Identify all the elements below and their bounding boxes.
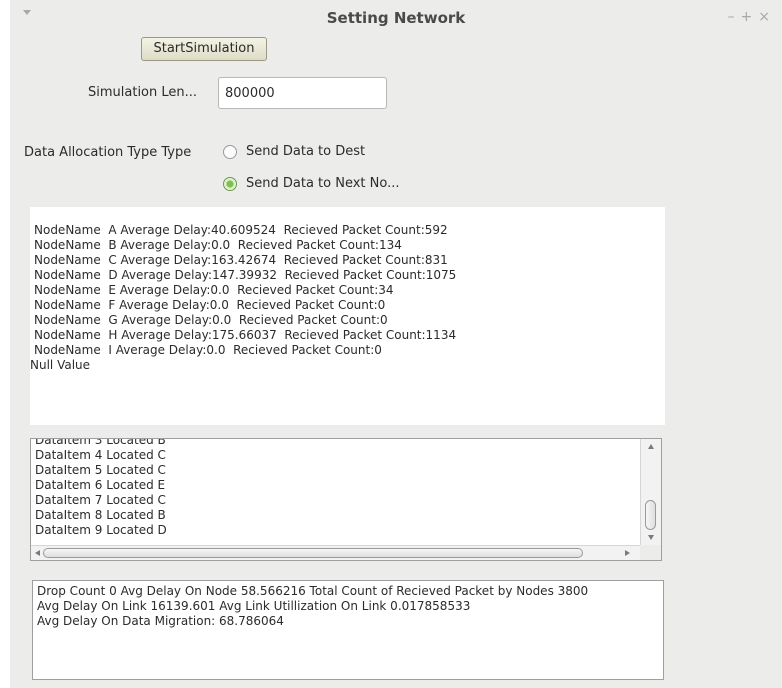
- horizontal-scrollbar[interactable]: [31, 545, 640, 560]
- stats-line: Drop Count 0 Avg Delay On Node 58.566216…: [37, 584, 589, 598]
- scroll-down-arrow-icon[interactable]: [648, 535, 654, 540]
- report-line: NodeName I Average Delay:0.0 Recieved Pa…: [34, 343, 382, 357]
- list-item[interactable]: DataItem 9 Located D: [35, 523, 167, 538]
- scroll-right-arrow-icon[interactable]: [625, 550, 630, 556]
- simulation-length-label: Simulation Len...: [88, 85, 198, 100]
- window-controls: –+×: [728, 9, 776, 25]
- window-title: Setting Network: [326, 9, 466, 27]
- list-item[interactable]: DataItem 7 Located C: [35, 493, 167, 508]
- close-icon[interactable]: ×: [758, 9, 776, 25]
- report-line: NodeName E Average Delay:0.0 Recieved Pa…: [34, 283, 394, 297]
- report-line: NodeName G Average Delay:0.0 Recieved Pa…: [34, 313, 388, 327]
- stats-line: Avg Delay On Link 16139.601 Avg Link Uti…: [37, 599, 471, 613]
- vertical-scroll-thumb[interactable]: [645, 500, 656, 530]
- radio-send-to-next-node[interactable]: [223, 177, 237, 191]
- list-item[interactable]: DataItem 4 Located C: [35, 448, 167, 463]
- list-item[interactable]: DataItem 5 Located C: [35, 463, 167, 478]
- data-item-list-content: DataItem 3 Located B DataItem 4 Located …: [35, 439, 167, 538]
- vertical-scrollbar[interactable]: [640, 439, 661, 546]
- summary-stats[interactable]: Drop Count 0 Avg Delay On Node 58.566216…: [32, 580, 664, 680]
- scroll-corner: [640, 545, 661, 560]
- minimize-icon[interactable]: –: [728, 9, 741, 25]
- report-line: NodeName C Average Delay:163.42674 Recie…: [34, 253, 448, 267]
- horizontal-scroll-thumb[interactable]: [43, 548, 583, 558]
- list-item[interactable]: DataItem 6 Located E: [35, 478, 167, 493]
- data-item-viewport[interactable]: DataItem 3 Located B DataItem 4 Located …: [31, 439, 640, 546]
- data-item-list[interactable]: DataItem 3 Located B DataItem 4 Located …: [30, 438, 662, 561]
- title-bar[interactable]: Setting Network –+×: [10, 0, 782, 38]
- radio-send-to-dest[interactable]: [223, 145, 237, 159]
- maximize-icon[interactable]: +: [741, 9, 759, 25]
- setting-network-window: Setting Network –+× StartSimulation Simu…: [10, 0, 782, 688]
- start-simulation-button[interactable]: StartSimulation: [141, 37, 267, 61]
- report-line: NodeName H Average Delay:175.66037 Recie…: [34, 328, 457, 342]
- node-delay-report[interactable]: NodeName A Average Delay:40.609524 Recie…: [30, 207, 665, 425]
- scroll-left-arrow-icon[interactable]: [35, 550, 40, 556]
- radio-send-to-dest-label[interactable]: Send Data to Dest: [246, 144, 365, 159]
- data-allocation-label: Data Allocation Type Type: [24, 145, 192, 160]
- report-line: NodeName F Average Delay:0.0 Recieved Pa…: [34, 298, 386, 312]
- scroll-up-arrow-icon[interactable]: [648, 444, 654, 449]
- simulation-length-input[interactable]: [218, 77, 387, 109]
- stats-line: Avg Delay On Data Migration: 68.786064: [37, 614, 284, 628]
- report-line: NodeName D Average Delay:147.39932 Recie…: [34, 268, 457, 282]
- report-line: NodeName B Average Delay:0.0 Recieved Pa…: [34, 238, 402, 252]
- list-item[interactable]: DataItem 3 Located B: [35, 439, 167, 448]
- list-item[interactable]: DataItem 8 Located B: [35, 508, 167, 523]
- radio-send-to-next-node-label[interactable]: Send Data to Next No...: [246, 176, 400, 191]
- report-footer: Null Value: [30, 358, 91, 372]
- report-line: NodeName A Average Delay:40.609524 Recie…: [34, 223, 448, 237]
